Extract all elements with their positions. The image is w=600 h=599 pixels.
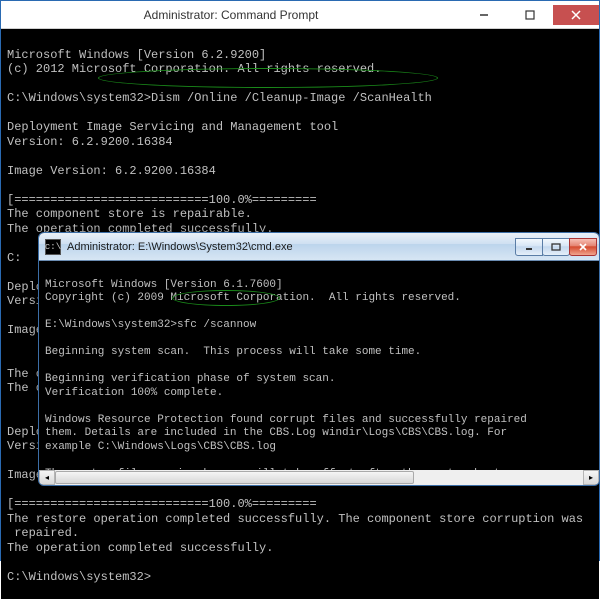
line: Microsoft Windows [Version 6.2.9200] [7,48,266,62]
win7-terminal[interactable]: Microsoft Windows [Version 6.1.7600] Cop… [39,261,599,470]
horizontal-scrollbar[interactable]: ◂ ▸ [39,470,599,485]
line: them. Details are included in the CBS.Lo… [45,427,507,439]
prompt: C:\Windows\system32> [7,570,151,584]
win8-titlebar[interactable]: Administrator: Command Prompt [1,1,599,29]
line: Microsoft Windows [Version 6.1.7600] [45,279,283,291]
line: Image Version: 6.2.9200.16384 [7,164,216,178]
win7-titlebar[interactable]: c:\ Administrator: E:\Windows\System32\c… [39,233,599,261]
line: (c) 2012 Microsoft Corporation. All righ… [7,62,381,76]
line: Deployment Image Servicing and Managemen… [7,120,338,134]
maximize-button[interactable] [507,5,553,25]
line: The restore operation completed successf… [7,512,583,526]
prompt: C:\Windows\system32> [7,91,151,105]
win8-window-title: Administrator: Command Prompt [144,8,319,22]
win7-cmd-window: c:\ Administrator: E:\Windows\System32\c… [38,232,600,486]
line: Copyright (c) 2009 Microsoft Corporation… [45,292,461,304]
command-text: sfc /scannow [177,319,256,331]
close-button[interactable] [553,5,599,25]
line: repaired. [7,526,79,540]
minimize-button[interactable] [461,5,507,25]
line: Beginning system scan. This process will… [45,346,421,358]
maximize-button[interactable] [542,238,570,256]
scroll-left-button[interactable]: ◂ [39,470,55,485]
line: The component store is repairable. [7,207,252,221]
progress-line: [===========================100.0%======… [7,497,317,511]
scroll-right-button[interactable]: ▸ [583,470,599,485]
close-button[interactable] [569,238,597,256]
line: Beginning verification phase of system s… [45,373,335,385]
scroll-thumb[interactable] [55,471,414,484]
win7-window-title: Administrator: E:\Windows\System32\cmd.e… [67,241,516,253]
command-text: Dism /Online /Cleanup-Image /ScanHealth [151,91,432,105]
line: Version: 6.2.9200.16384 [7,135,173,149]
prompt: C: [7,251,21,265]
progress-line: [===========================100.0%======… [7,193,317,207]
line: Verification 100% complete. [45,387,223,399]
prompt: E:\Windows\system32> [45,319,177,331]
line: Windows Resource Protection found corrup… [45,414,527,426]
line: example C:\Windows\Logs\CBS\CBS.log [45,441,276,453]
cmd-icon: c:\ [45,239,61,255]
scroll-track[interactable] [55,470,583,485]
minimize-button[interactable] [515,238,543,256]
line: The operation completed successfully. [7,541,273,555]
